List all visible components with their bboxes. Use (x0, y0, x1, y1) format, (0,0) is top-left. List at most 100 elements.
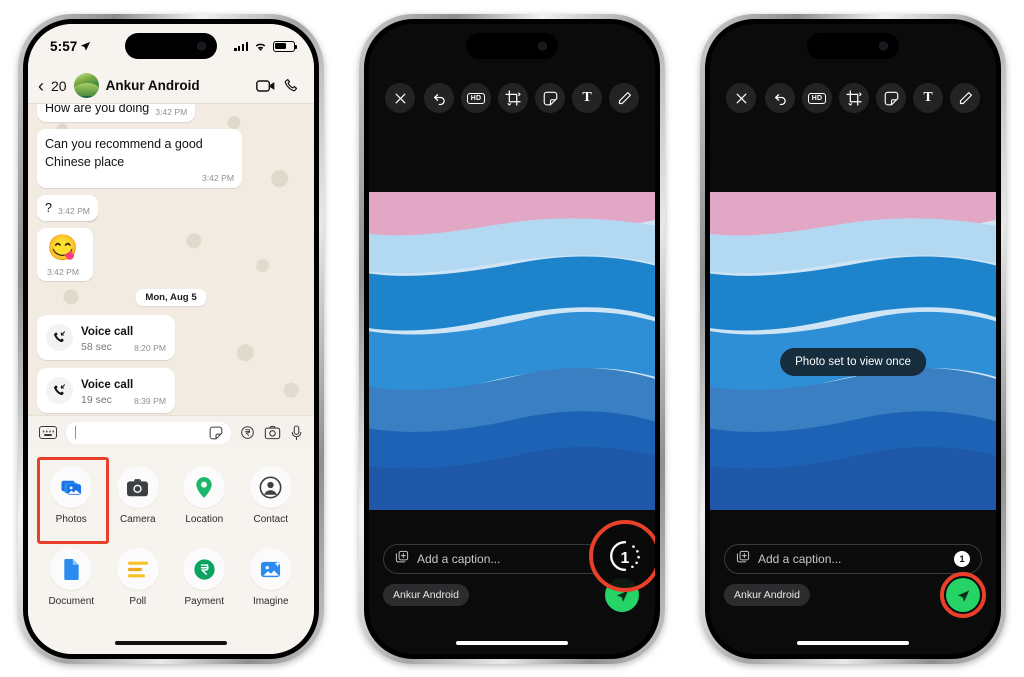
message-bubble[interactable]: ? 3:42 PM (37, 194, 98, 222)
attachment-item-location[interactable]: Location (171, 461, 238, 530)
attachment-label: Imagine (252, 596, 289, 607)
wifi-icon (255, 43, 266, 51)
message-input-row (28, 415, 314, 449)
message-time: 3:42 PM (57, 206, 90, 217)
undo-icon[interactable] (424, 83, 454, 113)
home-indicator (456, 641, 568, 645)
call-log-card[interactable]: Voice call 19 sec 8:39 PM (37, 367, 175, 413)
camera-icon[interactable] (264, 425, 281, 440)
attachment-label: Document (48, 596, 95, 607)
status-time: 5:57 (50, 38, 78, 54)
message-bubble[interactable]: How are you doing 3:42 PM (37, 104, 196, 122)
message-time: 3:42 PM (47, 266, 80, 277)
attachment-label: Camera (119, 514, 156, 525)
message-text: How are you doing (45, 104, 150, 115)
attachment-item-document[interactable]: Document (38, 543, 105, 612)
hd-toggle[interactable]: HD (802, 83, 832, 113)
photo-preview[interactable] (369, 192, 655, 510)
emoji-yum-icon: 😋 (47, 234, 79, 263)
whatsapp-chat-screen: 5:57 ‹ 20 Ankur Android How are you doin… (28, 24, 314, 654)
attachment-item-photos[interactable]: Photos (37, 457, 109, 544)
message-input[interactable] (66, 421, 231, 444)
contact-avatar[interactable] (73, 73, 99, 98)
dynamic-island (466, 33, 558, 59)
attachment-panel: Photos Camera Location Contact Document … (28, 449, 314, 654)
sticker-icon[interactable] (876, 83, 906, 113)
text-tool-button[interactable]: T (572, 83, 602, 113)
poll-icon (116, 548, 159, 590)
editor-toolbar: HD T (369, 82, 655, 114)
attachment-item-imagine[interactable]: Imagine (238, 543, 305, 612)
location-arrow-icon (81, 41, 91, 51)
status-bar-icons (234, 40, 298, 52)
incoming-call-icon (46, 376, 73, 404)
attachment-item-poll[interactable]: Poll (105, 543, 172, 612)
call-time: 8:20 PM (133, 342, 166, 353)
rupee-circle-icon (183, 548, 226, 590)
call-duration: 19 sec (81, 393, 112, 406)
close-icon[interactable] (726, 83, 756, 113)
add-media-icon[interactable] (736, 550, 750, 569)
call-title: Voice call (81, 325, 134, 338)
chat-header: ‹ 20 Ankur Android (28, 68, 314, 104)
close-icon[interactable] (385, 83, 415, 113)
send-button[interactable] (605, 578, 639, 612)
crop-icon[interactable] (839, 83, 869, 113)
message-time: 3:42 PM (201, 172, 234, 183)
camera-icon (116, 466, 159, 508)
call-title: Voice call (81, 378, 134, 391)
editor-toolbar: HD T (710, 82, 996, 114)
send-button[interactable] (946, 578, 980, 612)
call-log-card[interactable]: Voice call 58 sec 8:20 PM (37, 314, 175, 360)
recipient-chip: Ankur Android (724, 584, 810, 606)
contact-name[interactable]: Ankur Android (106, 78, 249, 93)
pencil-icon[interactable] (609, 83, 639, 113)
message-time: 3:42 PM (155, 106, 188, 117)
hd-label: HD (808, 92, 826, 104)
attachment-item-payment[interactable]: Payment (171, 543, 238, 612)
sticker-icon[interactable] (209, 426, 223, 440)
undo-icon[interactable] (765, 83, 795, 113)
phone-2-frame: HD T Add a caption... Ankur Android 1 (359, 14, 665, 664)
status-bar-time-group: 5:57 (50, 39, 91, 54)
message-list[interactable]: How are you doing 3:42 PM Can you recomm… (28, 104, 314, 415)
attachment-label: Payment (184, 596, 224, 607)
attachment-label: Poll (129, 596, 147, 607)
view-once-enabled-badge[interactable]: 1 (954, 551, 970, 567)
microphone-icon[interactable] (290, 424, 303, 441)
hd-label: HD (467, 92, 485, 104)
rupee-icon[interactable] (240, 425, 255, 440)
video-call-icon[interactable] (256, 79, 276, 93)
attachment-label: Photos (55, 514, 87, 525)
contact-person-icon (249, 466, 292, 508)
crop-icon[interactable] (498, 83, 528, 113)
phone-1-frame: 5:57 ‹ 20 Ankur Android How are you doin… (18, 14, 324, 664)
attachment-label: Contact (253, 514, 288, 525)
message-bubble[interactable]: Can you recommend a good Chinese place 3… (37, 128, 242, 188)
phone-call-icon[interactable] (283, 77, 300, 94)
keyboard-icon[interactable] (39, 426, 57, 439)
media-editor-screen-on: HD T Photo set to view once Add a captio… (710, 24, 996, 654)
caption-input[interactable]: Add a caption... 1 (724, 544, 982, 574)
dynamic-island (807, 33, 899, 59)
media-editor-screen-off: HD T Add a caption... Ankur Android 1 (369, 24, 655, 654)
call-time: 8:39 PM (133, 395, 166, 406)
screenshot-stage: 5:57 ‹ 20 Ankur Android How are you doin… (0, 0, 1024, 677)
emoji-message-bubble[interactable]: 😋 3:42 PM (37, 228, 93, 281)
unread-count[interactable]: 20 (51, 78, 67, 94)
attachment-item-camera[interactable]: Camera (105, 461, 172, 530)
hd-toggle[interactable]: HD (461, 83, 491, 113)
attachment-label: Location (185, 514, 224, 525)
pencil-icon[interactable] (950, 83, 980, 113)
add-media-icon[interactable] (395, 550, 409, 569)
date-divider: Mon, Aug 5 (136, 288, 206, 306)
cellular-bars-icon (234, 41, 248, 51)
text-tool-button[interactable]: T (913, 83, 943, 113)
caption-input[interactable]: Add a caption... (383, 544, 641, 574)
attachment-item-contact[interactable]: Contact (238, 461, 305, 530)
location-pin-icon (183, 466, 226, 508)
home-indicator (797, 641, 909, 645)
sticker-icon[interactable] (535, 83, 565, 113)
attachment-grid: Photos Camera Location Contact Document … (37, 457, 305, 612)
back-chevron-icon[interactable]: ‹ (38, 77, 44, 95)
